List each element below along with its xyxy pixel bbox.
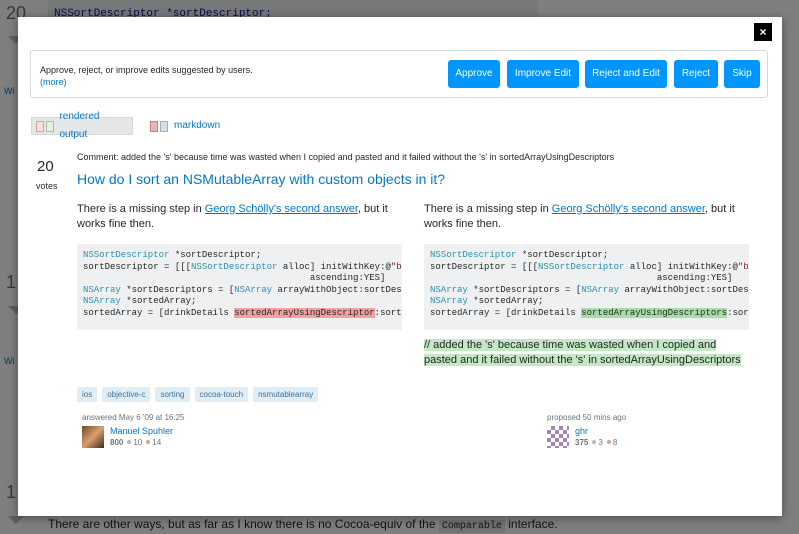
question-title[interactable]: How do I sort an NSMutableArray with cus… [77,171,445,187]
reputation: 375 3 8 [575,438,618,447]
answer-paragraph: There is a missing step in Georg Schölly… [424,203,735,230]
code-block-proposed: NSSortDescriptor *sortDescriptor; sortDe… [424,244,749,330]
reputation: 800 10 14 [110,438,162,447]
skip-button[interactable]: Skip [724,60,760,88]
reject-button[interactable]: Reject [674,60,718,88]
answered-date: answered May 6 '09 at 16:25 [82,413,185,422]
markdown-icon [150,120,168,132]
review-action-bar: Approve, reject, or improve edits sugges… [30,50,768,98]
answerer-signature: answered May 6 '09 at 16:25 Manuel Spuhl… [82,413,184,448]
markdown-toggle[interactable]: markdown [146,117,226,135]
answer-paragraph: There is a missing step in Georg Schölly… [77,203,388,230]
bronze-badge-icon [146,440,151,444]
tag[interactable]: cocoa-touch [194,387,249,402]
review-instructions: Approve, reject, or improve edits sugges… [40,65,253,75]
bronze-badge-icon [606,440,611,444]
code-block-original: NSSortDescriptor *sortDescriptor; sortDe… [77,244,402,330]
answer-link[interactable]: Georg Schölly's second answer [552,203,705,215]
rendered-output-toggle[interactable]: rendered output [31,111,133,140]
tag-list: ios objective-c sorting cocoa-touch nsmu… [77,387,319,402]
proposed-column: There is a missing step in Georg Schölly… [424,202,749,368]
silver-badge-icon [592,440,597,444]
original-column: There is a missing step in Georg Schölly… [77,202,402,330]
avatar[interactable] [82,426,104,448]
deleted-text: sortedArrayUsingDescriptor [234,307,375,318]
tag[interactable]: sorting [155,387,190,402]
review-modal: × Approve, reject, or improve edits sugg… [18,17,782,516]
user-name[interactable]: Manuel Spuhler [110,426,173,436]
improve-edit-button[interactable]: Improve Edit [507,60,579,88]
tag[interactable]: ios [77,387,98,402]
tag[interactable]: objective-c [102,387,151,402]
added-comment: // added the 's' because time was wasted… [424,339,741,366]
approve-button[interactable]: Approve [448,60,500,88]
silver-badge-icon [127,440,132,444]
tag[interactable]: nsmutablearray [253,387,319,402]
more-link[interactable]: (more) [40,77,67,87]
avatar[interactable] [547,426,569,448]
edit-comment: Comment: added the 's' because time was … [77,152,615,162]
user-name[interactable]: ghr [575,426,617,436]
proposed-date: proposed 50 mins ago [547,413,627,422]
proposer-signature: proposed 50 mins ago ghr 375 3 8 [547,413,626,448]
rendered-output-icon [36,120,54,132]
votes-label: votes [36,181,58,191]
answer-link[interactable]: Georg Schölly's second answer [205,203,358,215]
reject-and-edit-button[interactable]: Reject and Edit [585,60,667,88]
inserted-text: sortedArrayUsingDescriptors [581,307,728,318]
vote-count: 20 [37,158,54,175]
close-button[interactable]: × [754,23,772,41]
